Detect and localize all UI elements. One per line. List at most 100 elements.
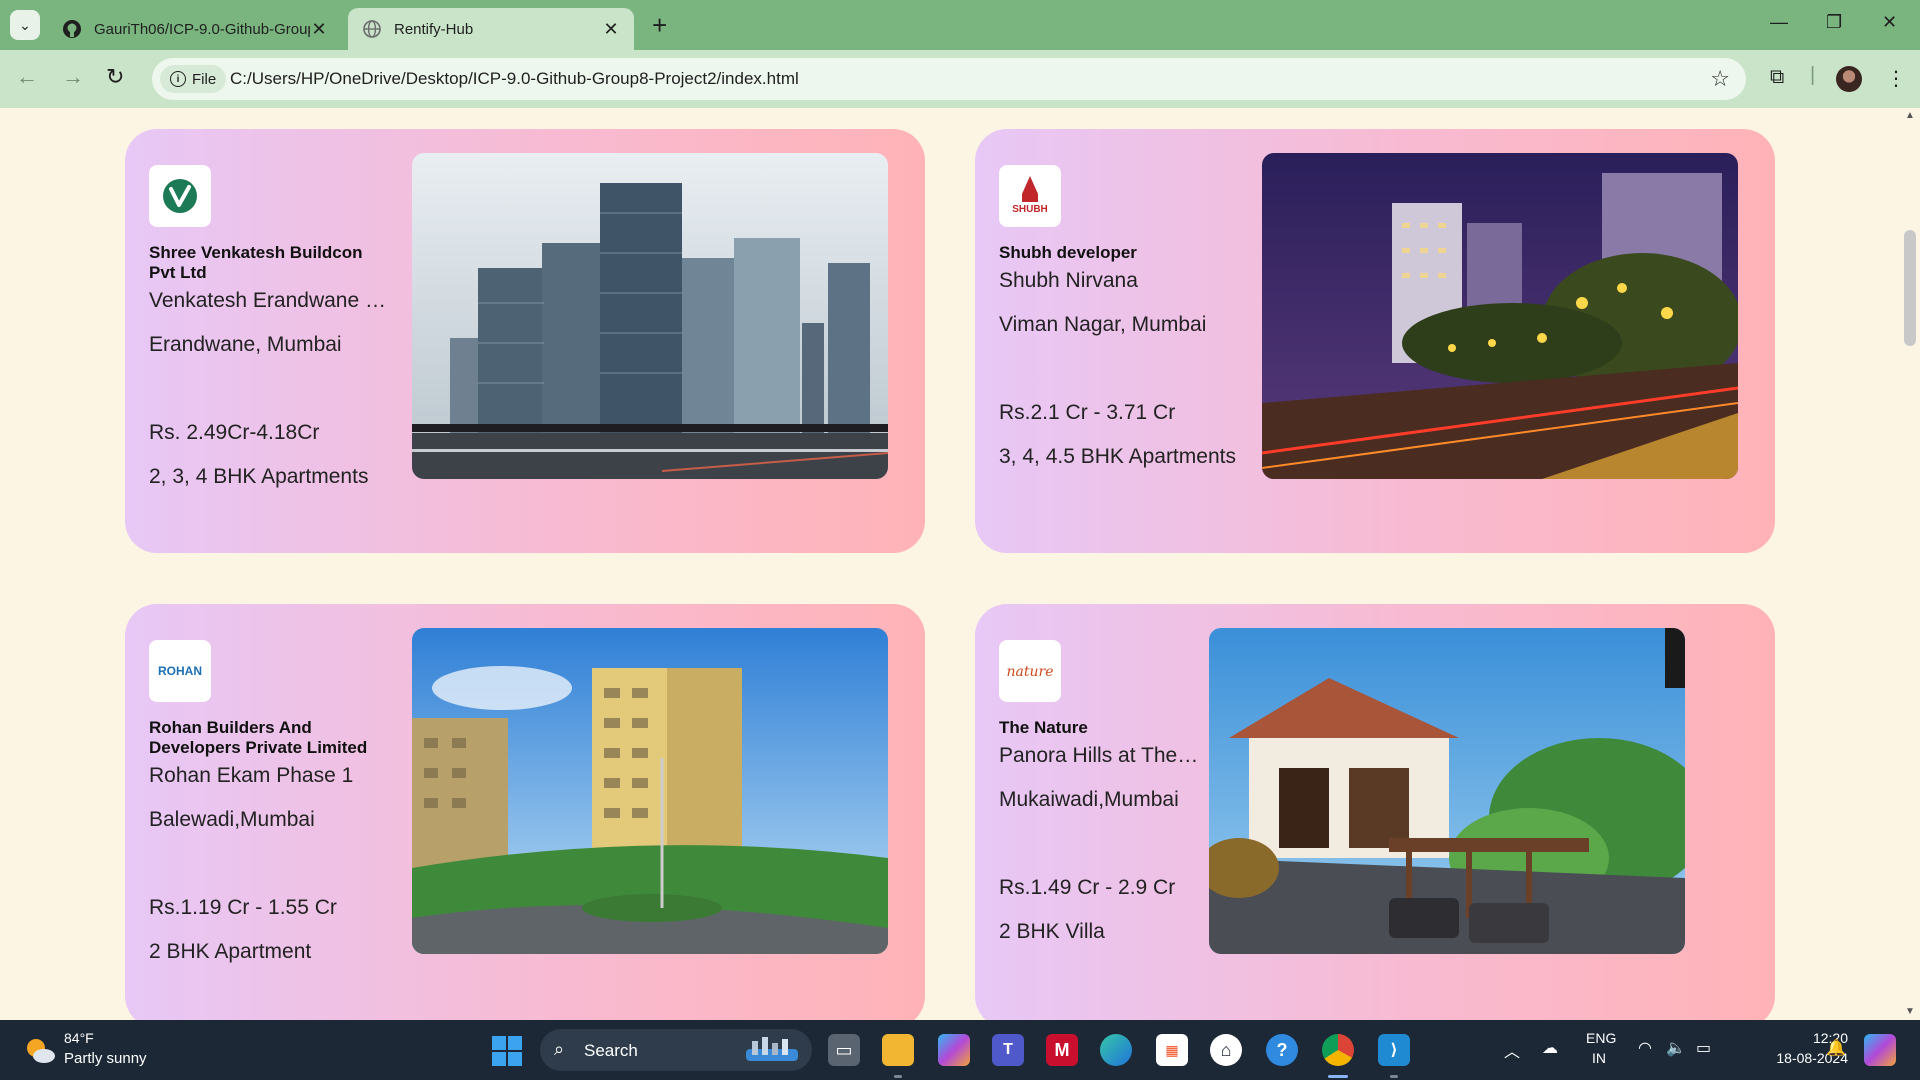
tab-github[interactable]: GauriTh06/ICP-9.0-Github-Group8-Project2…: [48, 8, 342, 50]
page-viewport: Shree Venkatesh Buildcon Pvt Ltd Venkate…: [0, 108, 1920, 1020]
project-name: Venkatesh Erandwane Central: [149, 289, 389, 312]
toolbar-divider: |: [1810, 64, 1816, 86]
url-text[interactable]: C:/Users/HP/OneDrive/Desktop/ICP-9.0-Git…: [230, 69, 799, 89]
tab-rentify-hub[interactable]: Rentify-Hub ✕: [348, 8, 634, 50]
apartment-config: 2 BHK Villa: [999, 920, 1105, 943]
onedrive-icon[interactable]: ☁: [1542, 1038, 1558, 1058]
rohan-logo-icon: ROHAN: [158, 664, 202, 678]
back-icon[interactable]: ←: [16, 65, 38, 89]
logo-text: nature: [1007, 664, 1054, 680]
extensions-icon[interactable]: ⧉: [1770, 66, 1784, 89]
show-hidden-icons-icon[interactable]: ︿: [1504, 1038, 1520, 1062]
logo-text: SHUBH: [1012, 204, 1048, 215]
apartment-config: 2, 3, 4 BHK Apartments: [149, 465, 369, 488]
search-highlight-icon: [746, 1037, 798, 1061]
battery-icon[interactable]: ▭: [1696, 1038, 1711, 1058]
price-range: Rs. 2.49Cr-4.18Cr: [149, 421, 320, 444]
property-photo: [1209, 628, 1685, 954]
input-region[interactable]: IN: [1592, 1050, 1606, 1066]
builder-name: Rohan Builders And Developers Private Li…: [149, 718, 368, 757]
menu-icon[interactable]: ⋮: [1886, 66, 1906, 91]
vscode-icon[interactable]: ⟩: [1378, 1034, 1410, 1066]
listing-card[interactable]: SHUBH Shubh developer Shubh Nirvana Vima…: [975, 129, 1775, 553]
builder-logo: ROHAN: [149, 640, 211, 702]
page-scrollbar[interactable]: ▲ ▼: [1900, 108, 1920, 1020]
close-icon[interactable]: ✕: [602, 19, 620, 40]
active-indicator: [1328, 1075, 1348, 1078]
nature-logo-icon: nature: [1007, 664, 1054, 680]
temple-logo-icon: SHUBH: [1012, 176, 1048, 215]
taskbar-search[interactable]: ⌕ Search: [540, 1029, 812, 1071]
partly-sunny-icon[interactable]: [24, 1036, 56, 1064]
builder-name: The Nature: [999, 718, 1088, 737]
notification-bell-icon[interactable]: 🔔: [1826, 1038, 1846, 1058]
wifi-icon[interactable]: ◠: [1638, 1038, 1652, 1058]
tab-search-button[interactable]: ⌄: [10, 10, 40, 40]
builder-name: Shubh developer: [999, 243, 1137, 262]
forward-icon[interactable]: →: [62, 65, 84, 89]
window-close-icon[interactable]: ✕: [1882, 12, 1897, 33]
project-location: Mukaiwadi,Mumbai: [999, 788, 1179, 811]
scroll-thumb[interactable]: [1904, 230, 1916, 346]
project-location: Balewadi,Mumbai: [149, 808, 315, 831]
edge-icon[interactable]: [1100, 1034, 1132, 1066]
project-location: Viman Nagar, Mumbai: [999, 313, 1207, 336]
microsoft-store-icon[interactable]: ▦: [1156, 1034, 1188, 1066]
v-leaf-logo-icon: [163, 179, 197, 213]
scroll-up-icon[interactable]: ▲: [1905, 110, 1915, 121]
price-range: Rs.2.1 Cr - 3.71 Cr: [999, 401, 1176, 424]
github-desktop-icon[interactable]: ⌂: [1210, 1034, 1242, 1066]
project-location: Erandwane, Mumbai: [149, 333, 342, 356]
running-indicator: [1390, 1075, 1398, 1078]
bookmark-star-icon[interactable]: ☆: [1710, 66, 1730, 92]
project-name: Rohan Ekam Phase 1: [149, 764, 354, 787]
taskbar-search-label: Search: [584, 1041, 638, 1060]
copilot-icon[interactable]: [938, 1034, 970, 1066]
volume-icon[interactable]: 🔈: [1666, 1038, 1686, 1058]
reload-icon[interactable]: ↻: [106, 65, 124, 89]
windows-start-icon[interactable]: [492, 1036, 522, 1066]
file-chip-label: File: [192, 70, 217, 88]
copilot-tray-icon[interactable]: [1864, 1034, 1896, 1066]
task-view-icon[interactable]: ▭: [828, 1034, 860, 1066]
browser-toolbar: ← → ↻ i File C:/Users/HP/OneDrive/Deskto…: [0, 50, 1920, 108]
price-range: Rs.1.19 Cr - 1.55 Cr: [149, 896, 337, 919]
project-name: Shubh Nirvana: [999, 269, 1138, 292]
logo-text: ROHAN: [158, 664, 202, 678]
restore-icon[interactable]: ❐: [1826, 12, 1842, 33]
weather-temperature[interactable]: 84°F: [64, 1030, 94, 1046]
search-icon: ⌕: [554, 1039, 565, 1059]
teams-icon[interactable]: T: [992, 1034, 1024, 1066]
listing-card[interactable]: Shree Venkatesh Buildcon Pvt Ltd Venkate…: [125, 129, 925, 553]
scroll-down-icon[interactable]: ▼: [1905, 1006, 1915, 1017]
builder-logo: nature: [999, 640, 1061, 702]
new-tab-button[interactable]: +: [652, 12, 667, 38]
weather-condition[interactable]: Partly sunny: [64, 1050, 147, 1067]
mcafee-icon[interactable]: M: [1046, 1034, 1078, 1066]
property-photo: [412, 153, 888, 479]
listing-card[interactable]: nature The Nature Panora Hills at The Na…: [975, 604, 1775, 1020]
builder-logo: [149, 165, 211, 227]
builder-logo: SHUBH: [999, 165, 1061, 227]
apartment-config: 3, 4, 4.5 BHK Apartments: [999, 445, 1236, 468]
github-icon: [63, 20, 81, 38]
builder-name: Shree Venkatesh Buildcon Pvt Ltd: [149, 243, 363, 282]
site-info-chip[interactable]: i File: [160, 65, 227, 93]
tab-strip: ⌄ GauriTh06/ICP-9.0-Github-Group8-Projec…: [0, 0, 1920, 50]
chrome-icon[interactable]: [1322, 1034, 1354, 1066]
property-photo: [412, 628, 888, 954]
minimize-icon[interactable]: —: [1770, 12, 1788, 33]
close-icon[interactable]: ✕: [310, 19, 328, 40]
windows-taskbar: 84°F Partly sunny ⌕ Search ▭ T M ▦ ⌂ ? ⟩…: [0, 1020, 1920, 1080]
profile-avatar[interactable]: [1836, 66, 1862, 92]
help-icon[interactable]: ?: [1266, 1034, 1298, 1066]
file-explorer-icon[interactable]: [882, 1034, 914, 1066]
input-language[interactable]: ENG: [1586, 1030, 1616, 1046]
running-indicator: [894, 1075, 902, 1078]
info-icon: i: [170, 71, 186, 87]
tab-title: Rentify-Hub: [394, 20, 474, 38]
address-bar[interactable]: i File C:/Users/HP/OneDrive/Desktop/ICP-…: [152, 58, 1746, 100]
listing-card[interactable]: ROHAN Rohan Builders And Developers Priv…: [125, 604, 925, 1020]
tab-title: GauriTh06/ICP-9.0-Github-Group8-Project2: [94, 20, 310, 38]
apartment-config: 2 BHK Apartment: [149, 940, 312, 963]
